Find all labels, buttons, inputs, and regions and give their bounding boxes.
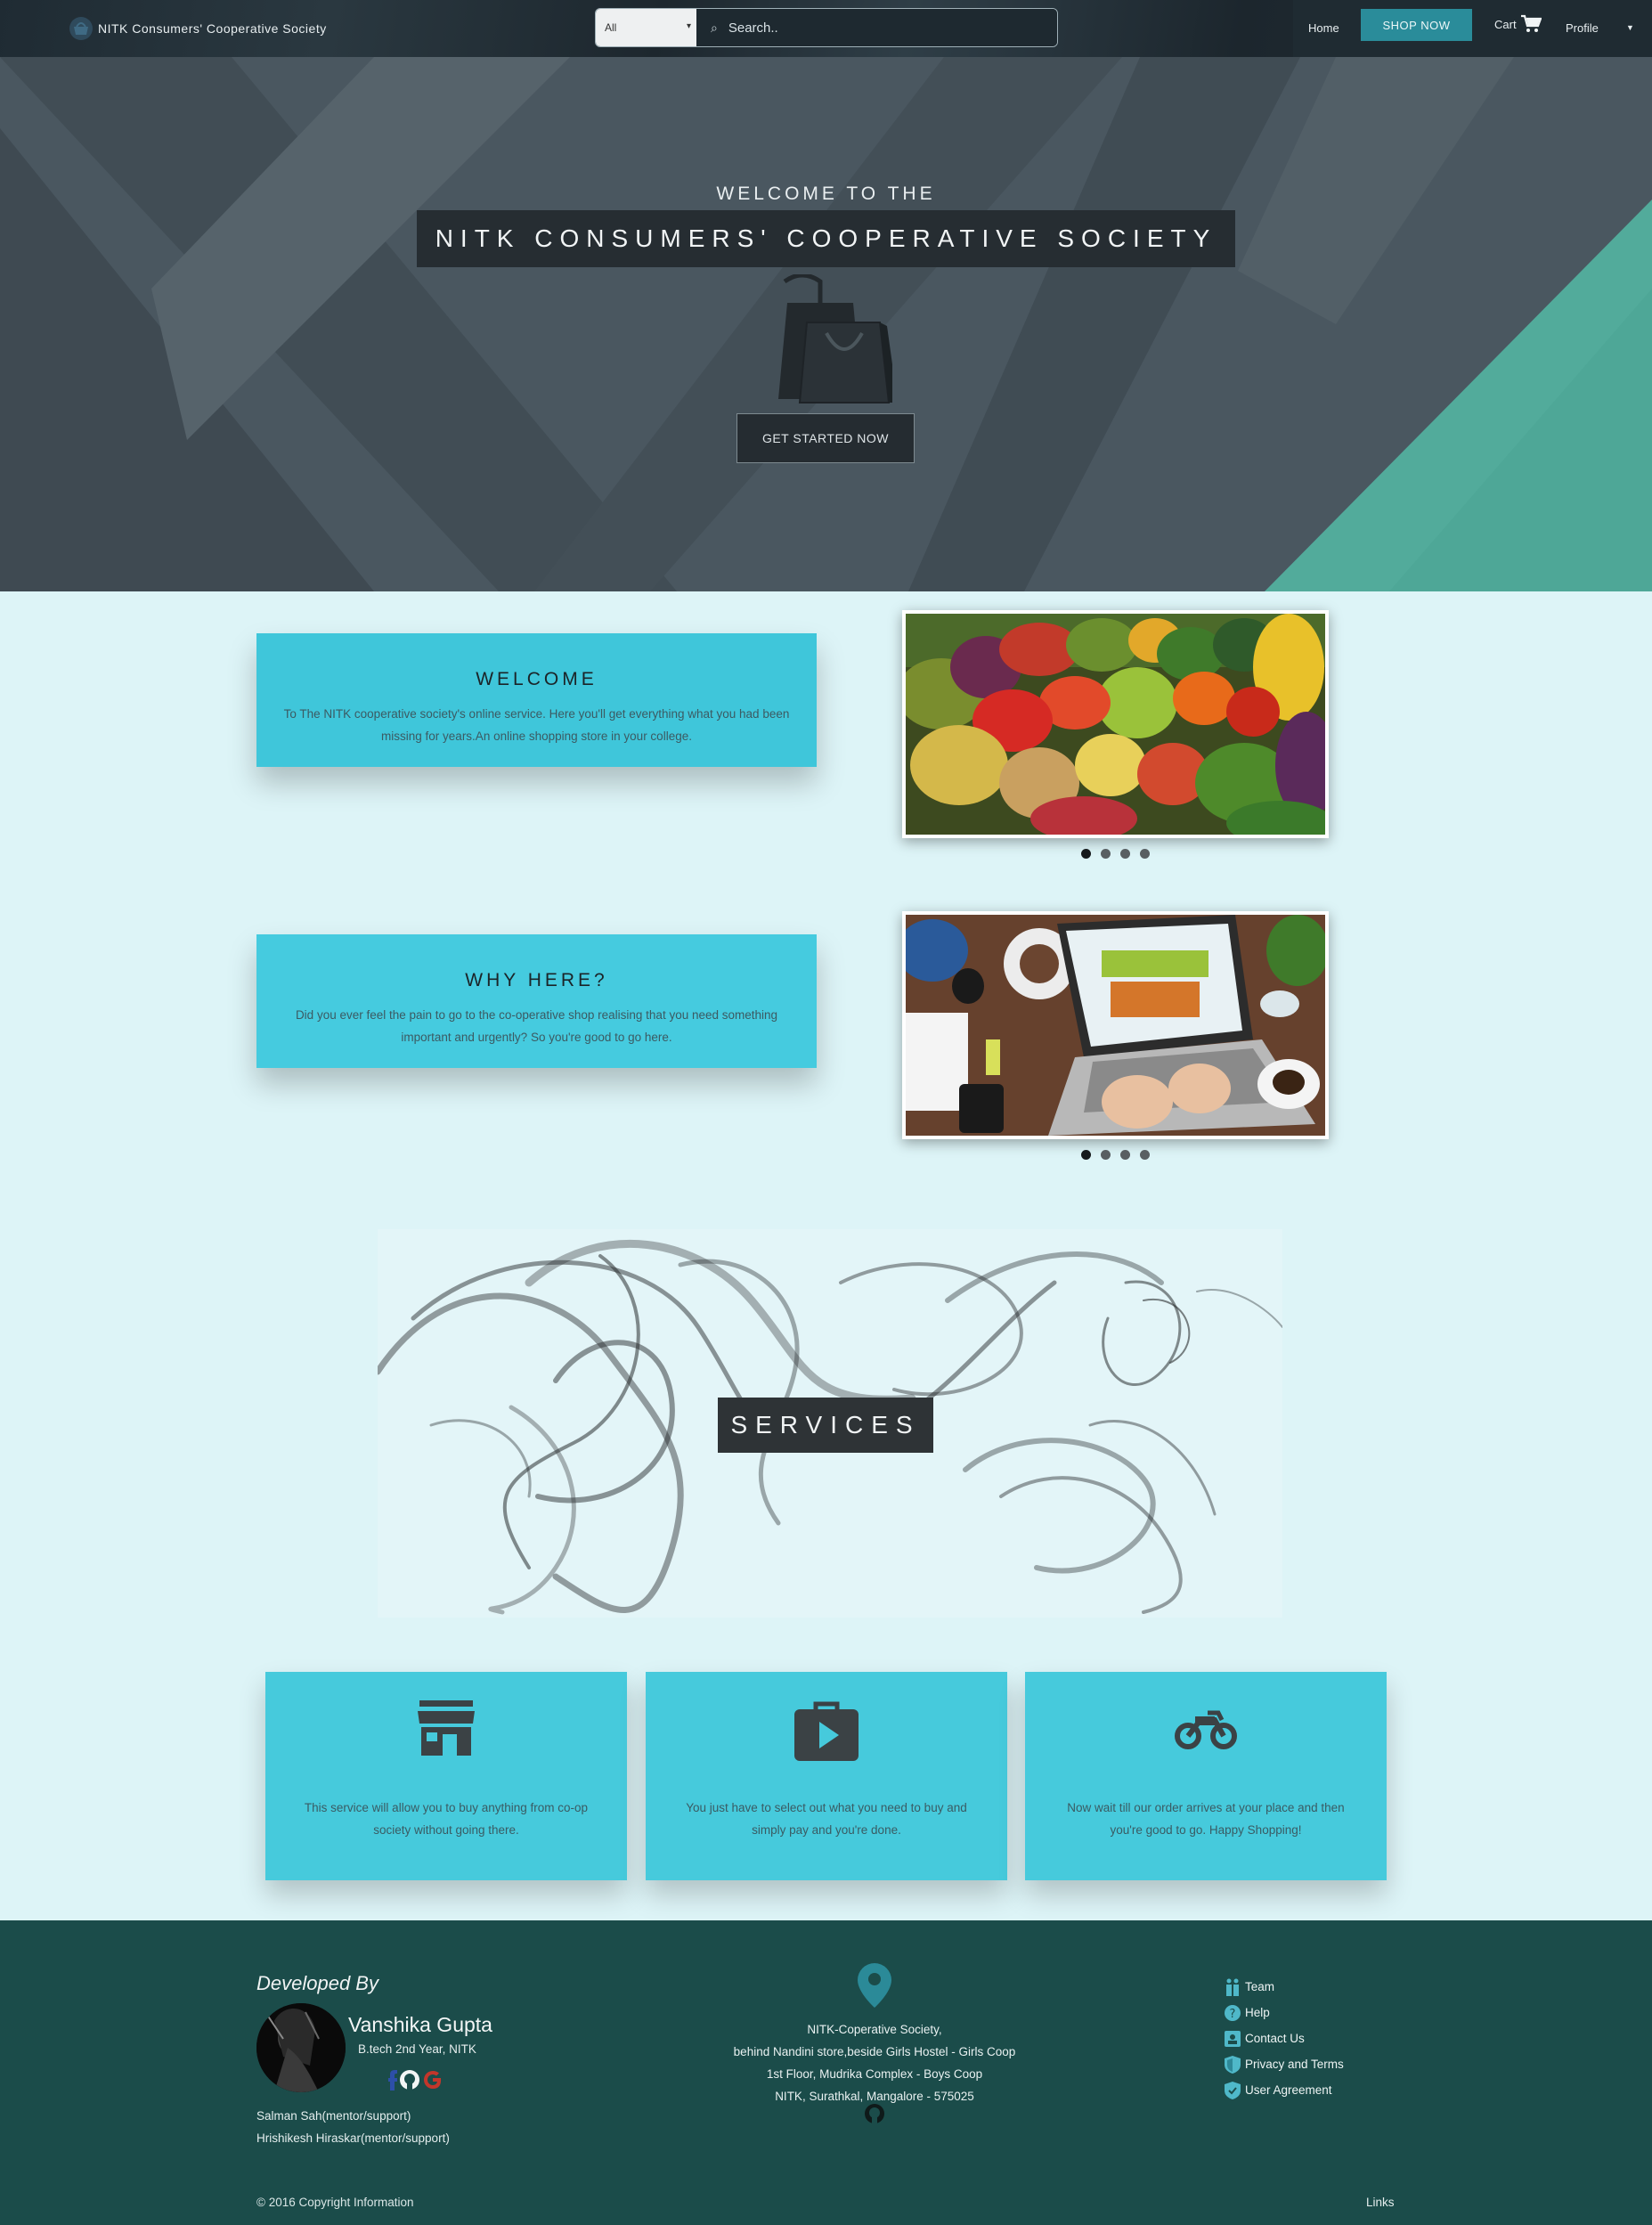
developed-by-heading: Developed By xyxy=(256,1972,378,1994)
select-caret-icon: ▾ xyxy=(686,21,691,31)
github-icon[interactable] xyxy=(864,2103,885,2124)
contact-icon xyxy=(1224,2030,1241,2048)
shop-now-button[interactable]: SHOP NOW xyxy=(1361,9,1472,41)
carousel-dot[interactable] xyxy=(1120,1150,1130,1160)
services-title: SERVICES xyxy=(718,1398,933,1453)
welcome-carousel-indicators xyxy=(1081,849,1150,859)
welcome-text: To The NITK cooperative society's online… xyxy=(283,707,790,743)
footer-link-label: Team xyxy=(1245,1980,1275,1993)
get-started-button[interactable]: GET STARTED NOW xyxy=(736,413,915,463)
carousel-dot[interactable] xyxy=(1101,1150,1111,1160)
laptop-illustration xyxy=(906,915,1325,1136)
developer-avatar xyxy=(256,2003,346,2092)
links-link[interactable]: Links xyxy=(1366,2196,1395,2209)
welcome-heading: WELCOME xyxy=(476,669,598,689)
address-block: NITK-Coperative Society, behind Nandini … xyxy=(696,2018,1053,2107)
search-icon: ⌕ xyxy=(711,20,718,35)
address-line: behind Nandini store,beside Girls Hostel… xyxy=(733,2045,1016,2058)
facebook-icon[interactable] xyxy=(388,2069,397,2091)
nav-cart-link[interactable]: Cart xyxy=(1494,14,1542,34)
search-category-value: All xyxy=(605,21,617,34)
vegetables-illustration xyxy=(906,614,1325,835)
footer-link-label: User Agreement xyxy=(1245,2083,1332,2097)
service-text-pay: You just have to select out what you nee… xyxy=(686,1801,967,1837)
search-bar: All ▾ ⌕ Search.. xyxy=(595,8,1058,47)
footer-link-team[interactable]: Team xyxy=(1224,1974,1344,2000)
hero-subtitle: WELCOME TO THE xyxy=(716,183,936,204)
navbar: NITK Consumers' Cooperative Society All … xyxy=(0,0,1652,57)
service-text-delivery: Now wait till our order arrives at your … xyxy=(1067,1801,1345,1837)
carousel-dot[interactable] xyxy=(1120,849,1130,859)
briefcase-play-icon xyxy=(794,1701,859,1761)
service-text-store: This service will allow you to buy anyth… xyxy=(304,1801,589,1837)
nav-profile-link[interactable]: Profile xyxy=(1566,21,1599,35)
footer-link-help[interactable]: ? Help xyxy=(1224,2000,1344,2025)
copyright-text: © 2016 Copyright Information xyxy=(256,2196,414,2209)
brand-link[interactable]: NITK Consumers' Cooperative Society xyxy=(68,14,327,43)
help-icon: ? xyxy=(1224,2004,1241,2022)
address-line: 1st Floor, Mudrika Complex - Boys Coop xyxy=(766,2067,983,2081)
address-line: NITK-Coperative Society, xyxy=(807,2023,942,2036)
footer-link-agreement[interactable]: User Agreement xyxy=(1224,2077,1344,2103)
service-card-pay: You just have to select out what you nee… xyxy=(646,1672,1007,1880)
hero-title: NITK CONSUMERS' COOPERATIVE SOCIETY xyxy=(417,210,1235,267)
brand-name: NITK Consumers' Cooperative Society xyxy=(98,21,327,36)
cart-label: Cart xyxy=(1494,17,1517,31)
footer: Developed By Vanshika Gupta B.tech 2nd Y… xyxy=(0,1920,1652,2225)
github-icon[interactable] xyxy=(399,2069,420,2091)
carousel-dot[interactable] xyxy=(1101,849,1111,859)
social-links xyxy=(388,2069,444,2091)
carousel-dot[interactable] xyxy=(1081,849,1091,859)
why-here-carousel-indicators xyxy=(1081,1150,1150,1160)
footer-link-label: Privacy and Terms xyxy=(1245,2058,1344,2071)
why-here-text: Did you ever feel the pain to go to the … xyxy=(295,1008,778,1044)
shield-icon xyxy=(1224,2055,1241,2074)
service-card-delivery: Now wait till our order arrives at your … xyxy=(1025,1672,1387,1880)
footer-link-privacy[interactable]: Privacy and Terms xyxy=(1224,2051,1344,2077)
carousel-dot[interactable] xyxy=(1081,1150,1091,1160)
search-placeholder: Search.. xyxy=(728,20,778,36)
footer-links: Team ? Help Contact Us Privacy and Terms… xyxy=(1224,1974,1344,2103)
verified-shield-icon xyxy=(1224,2081,1241,2099)
avatar-photo xyxy=(256,2003,346,2092)
carousel-dot[interactable] xyxy=(1140,1150,1150,1160)
cart-icon xyxy=(1520,14,1542,32)
welcome-card: WELCOME To The NITK cooperative society'… xyxy=(256,633,817,767)
carousel-dot[interactable] xyxy=(1140,849,1150,859)
mentor-name: Hrishikesh Hiraskar(mentor/support) xyxy=(256,2131,450,2145)
hero-banner: WELCOME TO THE NITK CONSUMERS' COOPERATI… xyxy=(0,57,1652,591)
mentor-name: Salman Sah(mentor/support) xyxy=(256,2109,411,2123)
vegetables-image xyxy=(902,610,1329,838)
shopping-bags-icon xyxy=(778,274,892,403)
developer-name: Vanshika Gupta xyxy=(348,2013,492,2036)
store-icon xyxy=(418,1700,475,1756)
google-icon[interactable] xyxy=(422,2069,444,2091)
service-card-store: This service will allow you to buy anyth… xyxy=(265,1672,627,1880)
why-here-card: WHY HERE? Did you ever feel the pain to … xyxy=(256,934,817,1068)
team-icon xyxy=(1224,1978,1241,1996)
footer-link-contact[interactable]: Contact Us xyxy=(1224,2025,1344,2051)
basket-logo-icon xyxy=(69,17,93,40)
motorcycle-icon xyxy=(1175,1710,1237,1749)
nav-home-link[interactable]: Home xyxy=(1308,21,1339,35)
svg-text:?: ? xyxy=(1230,2008,1236,2021)
why-here-heading: WHY HERE? xyxy=(465,970,608,990)
search-category-select[interactable]: All ▾ xyxy=(596,9,696,46)
developer-role: B.tech 2nd Year, NITK xyxy=(358,2042,476,2056)
footer-link-label: Help xyxy=(1245,2006,1270,2019)
laptop-shopping-image xyxy=(902,911,1329,1139)
location-pin-icon xyxy=(858,1963,891,2008)
profile-dropdown-caret-icon[interactable]: ▼ xyxy=(1626,23,1634,32)
footer-link-label: Contact Us xyxy=(1245,2032,1305,2045)
search-input[interactable]: ⌕ Search.. xyxy=(696,9,1057,46)
